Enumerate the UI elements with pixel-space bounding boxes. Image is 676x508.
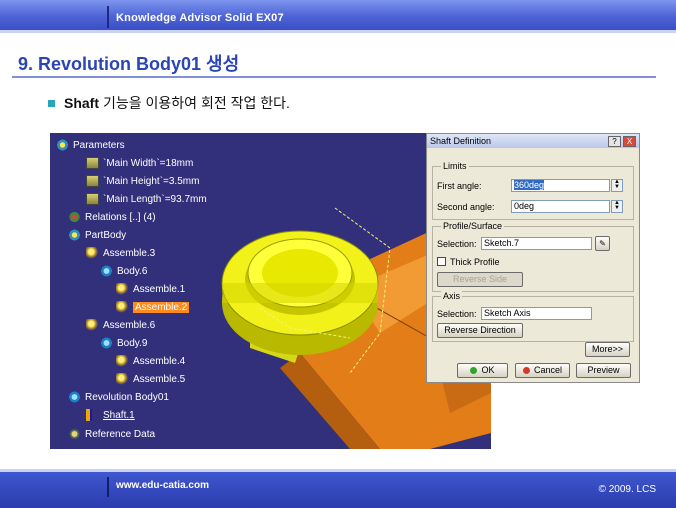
body-icon [68,391,81,403]
second-angle-input[interactable]: 0deg [511,200,610,213]
ok-icon [470,367,478,374]
axis-selection-input[interactable]: Sketch Axis [481,307,592,320]
slide: Knowledge Advisor Solid EX07 9. Revoluti… [0,0,676,508]
assemble-icon [116,301,129,313]
tree-item-body-9[interactable]: Body.9 [100,336,147,350]
assemble-icon [86,247,99,259]
thick-profile-checkbox[interactable] [437,257,446,266]
close-button[interactable]: X [623,135,636,147]
first-angle-label: First angle: [437,181,482,191]
tree-item-assemble-1[interactable]: Assemble.1 [116,282,185,296]
tree-item-assemble-2[interactable]: Assemble.2 [116,300,190,314]
reverse-direction-button[interactable]: Reverse Direction [437,323,523,338]
profile-selection-label: Selection: [437,239,477,249]
tree-item-shaft-1[interactable]: Shaft.1 [86,408,135,422]
catia-viewport[interactable]: Parameters `Main Width`=18mm `Main Heigh… [50,133,491,449]
footer-url[interactable]: www.edu-catia.com [116,480,209,491]
tree-item-body-6[interactable]: Body.6 [100,264,147,278]
assemble-icon [116,373,129,385]
header-rule [0,30,676,33]
tree-item-relations[interactable]: Relations [..] (4) [68,210,156,224]
axis-label: Axis [441,291,463,301]
shaft-icon [86,409,99,421]
sketch-edit-icon[interactable]: ✎ [595,236,610,251]
footer-bar: www.edu-catia.com © 2009. LCS [0,469,676,508]
first-angle-spinner[interactable]: ▲ ▼ [611,179,623,192]
second-angle-spinner[interactable]: ▲ ▼ [611,200,623,213]
bullet-text: 기능을 이용하여 회전 작업 한다. [103,95,290,111]
axis-selection-label: Selection: [437,309,477,319]
dialog-title: Shaft Definition [430,136,492,146]
preview-button[interactable]: Preview [576,363,631,378]
parameter-icon [86,157,99,169]
page-title-number: 9. [18,54,34,74]
assemble-icon [86,319,99,331]
more-button[interactable]: More>> [585,342,630,357]
cancel-button[interactable]: Cancel [515,363,570,378]
tree-item-assemble-4[interactable]: Assemble.4 [116,354,185,368]
tree-item-assemble-3[interactable]: Assemble.3 [86,246,155,260]
bullet-square-icon [48,99,55,107]
footer-separator [107,477,109,497]
ok-button[interactable]: OK [457,363,508,378]
tree-item-reference-data[interactable]: Reference Data [68,427,155,441]
footer-copyright: © 2009. LCS [598,484,656,495]
tree-item-main-height[interactable]: `Main Height`=3.5mm [86,174,199,188]
partbody-icon [68,229,81,241]
tree-item-main-length[interactable]: `Main Length`=93.7mm [86,192,207,206]
body-icon [100,337,113,349]
profile-selection-input[interactable]: Sketch.7 [481,237,592,250]
relations-icon [68,211,81,223]
header-title: Knowledge Advisor Solid EX07 [116,12,284,24]
parameter-icon [86,175,99,187]
dialog-titlebar: Shaft Definition ? X [427,134,639,148]
tree-item-revolution-body01[interactable]: Revolution Body01 [68,390,169,404]
help-button[interactable]: ? [608,135,621,147]
shaft-definition-dialog: Shaft Definition ? X Limits First angle:… [426,133,640,383]
thick-profile-label: Thick Profile [450,257,500,267]
profile-label: Profile/Surface [441,221,505,231]
title-rule [12,76,656,78]
assemble-icon [116,283,129,295]
header-bar: Knowledge Advisor Solid EX07 [0,0,676,33]
reverse-side-button[interactable]: Reverse Side [437,272,523,287]
tree-item-partbody[interactable]: PartBody [68,228,126,242]
header-separator [107,6,109,28]
tree-item-assemble-5[interactable]: Assemble.5 [116,372,185,386]
second-angle-label: Second angle: [437,202,495,212]
parameter-icon [86,193,99,205]
first-angle-input[interactable]: 360deg [511,179,610,192]
assemble-icon [116,355,129,367]
limits-label: Limits [441,161,469,171]
reference-icon [68,428,81,440]
page-title: 9. Revolution Body01 생성 [18,50,239,76]
page-title-text: Revolution Body01 생성 [38,54,240,74]
parameters-icon [56,139,69,151]
tree-item-main-width[interactable]: `Main Width`=18mm [86,156,193,170]
cancel-icon [522,367,530,374]
body-icon [100,265,113,277]
footer-rule [0,469,676,472]
tree-item-assemble-6[interactable]: Assemble.6 [86,318,155,332]
bullet-item: Shaft 기능을 이용하여 회전 작업 한다. [48,93,290,113]
tree-item-parameters[interactable]: Parameters [56,138,125,152]
bullet-bold: Shaft [64,95,99,111]
